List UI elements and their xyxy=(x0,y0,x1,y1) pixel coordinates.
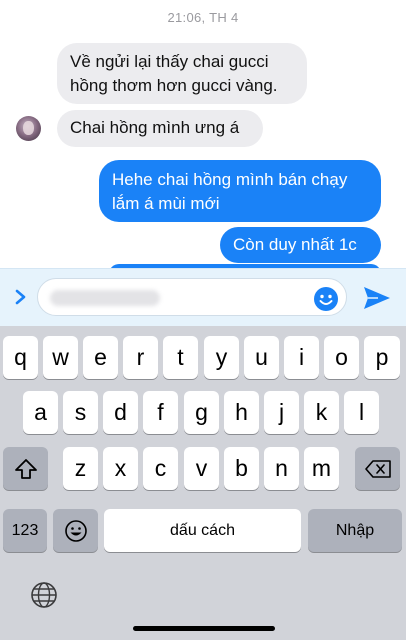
key-g[interactable]: g xyxy=(184,391,219,434)
key-label: c xyxy=(154,455,167,481)
typed-text-blurred xyxy=(50,290,160,306)
paper-plane-icon[interactable] xyxy=(362,284,392,312)
onscreen-keyboard: q w e r t y u i o p a s d f g h j k l z … xyxy=(0,326,406,640)
key-q[interactable]: q xyxy=(3,336,38,379)
key-j[interactable]: j xyxy=(264,391,299,434)
return-key[interactable]: Nhập xyxy=(308,509,402,552)
key-label: o xyxy=(335,344,348,370)
message-timestamp: 21:06, TH 4 xyxy=(167,10,239,25)
key-label: s xyxy=(74,399,87,425)
emoji-key[interactable] xyxy=(53,509,98,552)
key-label: n xyxy=(275,455,288,481)
key-y[interactable]: y xyxy=(204,336,239,379)
key-label: p xyxy=(375,344,389,370)
key-label: m xyxy=(311,455,332,481)
key-label: g xyxy=(195,399,208,425)
key-p[interactable]: p xyxy=(364,336,400,379)
key-label: e xyxy=(94,344,107,370)
shift-arrow-icon xyxy=(14,458,37,479)
key-label: q xyxy=(14,344,27,370)
key-t[interactable]: t xyxy=(163,336,198,379)
key-label: a xyxy=(34,399,47,425)
space-key[interactable]: dấu cách xyxy=(104,509,301,552)
key-d[interactable]: d xyxy=(103,391,138,434)
message-outgoing[interactable]: Còn duy nhất 1c xyxy=(220,227,381,263)
message-incoming[interactable]: Chai hồng mình ưng á xyxy=(57,110,263,147)
globe-icon[interactable] xyxy=(29,580,59,610)
key-x[interactable]: x xyxy=(103,447,138,490)
key-label: l xyxy=(358,399,365,425)
delete-key[interactable] xyxy=(355,447,400,490)
message-input[interactable] xyxy=(37,278,347,316)
message-incoming[interactable]: Về ngửi lại thấy chai gucci hồng thơm hơ… xyxy=(57,43,307,104)
backspace-icon xyxy=(364,459,391,478)
key-label: b xyxy=(235,455,248,481)
key-k[interactable]: k xyxy=(304,391,339,434)
key-c[interactable]: c xyxy=(143,447,178,490)
key-o[interactable]: o xyxy=(324,336,359,379)
key-label: dấu cách xyxy=(170,521,235,539)
key-label: t xyxy=(177,344,184,370)
key-n[interactable]: n xyxy=(264,447,299,490)
message-outgoing[interactable]: Hehe chai hồng mình bán chạy lắm á mùi m… xyxy=(99,160,381,222)
key-label: f xyxy=(157,399,164,425)
key-label: 123 xyxy=(11,521,39,539)
contact-avatar[interactable] xyxy=(16,116,41,141)
key-r[interactable]: r xyxy=(123,336,158,379)
chevron-right-icon[interactable] xyxy=(10,283,32,311)
key-label: Nhập xyxy=(335,521,375,539)
key-e[interactable]: e xyxy=(83,336,118,379)
message-composer xyxy=(0,268,406,326)
smiley-icon[interactable] xyxy=(313,286,339,312)
key-label: j xyxy=(278,399,285,425)
key-label: k xyxy=(315,399,328,425)
key-v[interactable]: v xyxy=(184,447,219,490)
key-label: y xyxy=(215,344,228,370)
key-label: z xyxy=(74,455,87,481)
key-u[interactable]: u xyxy=(244,336,279,379)
key-label: i xyxy=(298,344,305,370)
emoji-face-icon xyxy=(64,519,87,542)
key-b[interactable]: b xyxy=(224,447,259,490)
key-label: r xyxy=(136,344,145,370)
key-s[interactable]: s xyxy=(63,391,98,434)
shift-key[interactable] xyxy=(3,447,48,490)
key-m[interactable]: m xyxy=(304,447,339,490)
key-label: x xyxy=(114,455,127,481)
key-label: h xyxy=(235,399,248,425)
home-indicator[interactable] xyxy=(133,626,275,631)
numbers-key[interactable]: 123 xyxy=(3,509,47,552)
key-h[interactable]: h xyxy=(224,391,259,434)
key-label: v xyxy=(195,455,208,481)
key-i[interactable]: i xyxy=(284,336,319,379)
key-a[interactable]: a xyxy=(23,391,58,434)
key-z[interactable]: z xyxy=(63,447,98,490)
key-label: u xyxy=(255,344,268,370)
key-w[interactable]: w xyxy=(43,336,78,379)
key-label: w xyxy=(52,344,69,370)
key-f[interactable]: f xyxy=(143,391,178,434)
key-l[interactable]: l xyxy=(344,391,379,434)
conversation-area: 21:06, TH 4 Về ngửi lại thấy chai gucci … xyxy=(0,0,406,268)
key-label: d xyxy=(114,399,127,425)
